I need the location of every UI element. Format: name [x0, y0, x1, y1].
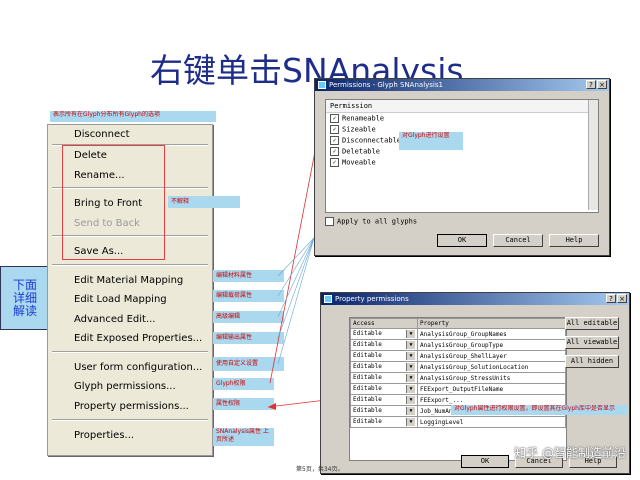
- permissions-header: Permission: [326, 100, 598, 113]
- table-row: Editable ▼ FEExport_...: [350, 394, 566, 406]
- chevron-down-icon[interactable]: ▼: [406, 418, 415, 426]
- chevron-down-icon[interactable]: ▼: [406, 352, 415, 360]
- close-icon[interactable]: ×: [597, 80, 607, 89]
- property-permissions-title: Property permissions: [335, 295, 409, 303]
- all-viewable-button[interactable]: All viewable: [565, 336, 619, 349]
- watermark: 知乎 @智能制造前沿: [514, 446, 626, 460]
- property-cell: AnalysisGroup_ShellLayer: [417, 350, 566, 362]
- apply-all-row[interactable]: Apply to all glyphs: [325, 217, 417, 226]
- table-row: Editable ▼ AnalysisGroup_StressUnits: [350, 372, 566, 384]
- permissions-title: Permissions - Glyph SNAnalysis1: [329, 81, 443, 89]
- table-row: Editable ▼ AnalysisGroup_SolutionLocation: [350, 361, 566, 373]
- permissions-dialog: Permissions - Glyph SNAnalysis1 ? × Perm…: [314, 78, 610, 256]
- perm-label: Renameable: [342, 114, 385, 123]
- chevron-down-icon[interactable]: ▼: [406, 341, 415, 349]
- chevron-down-icon[interactable]: ▼: [406, 363, 415, 371]
- property-cell: AnalysisGroup_StressUnits: [417, 372, 566, 384]
- perm-label: Sizeable: [342, 125, 376, 134]
- scrollbar[interactable]: [588, 100, 598, 210]
- property-cell: LoggingLevel: [417, 416, 566, 428]
- checkbox-checked-icon[interactable]: ✓: [330, 136, 339, 145]
- access-select[interactable]: Editable ▼: [350, 361, 418, 373]
- property-permissions-title-bar: Property permissions ? ×: [321, 293, 629, 305]
- chevron-down-icon[interactable]: ▼: [406, 407, 415, 415]
- checkbox-checked-icon[interactable]: ✓: [330, 125, 339, 134]
- col-access: Access: [350, 318, 418, 329]
- arrow-to-property-perms: [267, 399, 327, 408]
- checkbox-checked-icon[interactable]: ✓: [330, 158, 339, 167]
- access-select[interactable]: Editable ▼: [350, 416, 418, 428]
- perm-label: Moveable: [342, 158, 376, 167]
- table-row: Editable ▼ LoggingLevel: [350, 416, 566, 428]
- page-number: 第5页，共34页。: [296, 466, 344, 473]
- perm-label: Deletable: [342, 147, 380, 156]
- help-title-button[interactable]: ?: [606, 294, 616, 303]
- cancel-button[interactable]: Cancel: [493, 234, 543, 247]
- permissions-list: Permission ✓ Renameable ✓ Sizeable ✓ Discon…: [325, 99, 599, 213]
- chevron-down-icon[interactable]: ▼: [406, 330, 415, 338]
- ok-button[interactable]: OK: [461, 455, 509, 468]
- access-select[interactable]: Editable ▼: [350, 383, 418, 395]
- table-row: Editable ▼ AnalysisGroup_GroupNames: [350, 328, 566, 340]
- access-select[interactable]: Editable ▼: [350, 372, 418, 384]
- col-property: Property: [417, 318, 566, 329]
- arrow-head: [268, 403, 276, 410]
- apply-all-label: Apply to all glyphs: [337, 217, 418, 226]
- property-cell: AnalysisGroup_GroupNames: [417, 328, 566, 340]
- perm-label: Disconnectable: [342, 136, 402, 145]
- access-select[interactable]: Editable ▼: [350, 405, 418, 417]
- note-prop-dialog: 对Glyph属性进行权限设置，即设置其在Glyph库中是否显示: [451, 405, 627, 415]
- app-icon: [324, 295, 332, 303]
- app-icon: [318, 81, 326, 89]
- access-select[interactable]: Editable ▼: [350, 350, 418, 362]
- property-cell: AnalysisGroup_GroupType: [417, 339, 566, 351]
- all-editable-button[interactable]: All editable: [565, 317, 619, 330]
- table-row: Editable ▼ AnalysisGroup_ShellLayer: [350, 350, 566, 362]
- all-hidden-button[interactable]: All hidden: [565, 355, 619, 368]
- access-select[interactable]: Editable ▼: [350, 339, 418, 351]
- property-cell: FEExport_OutputFileName: [417, 383, 566, 395]
- chevron-down-icon[interactable]: ▼: [406, 374, 415, 382]
- property-table: Access Property Editable ▼ AnalysisGroup_Gr…: [349, 317, 567, 461]
- note-perm-dialog: 对Glyph进行设置: [399, 132, 463, 150]
- access-select[interactable]: Editable ▼: [350, 328, 418, 340]
- help-title-button[interactable]: ?: [586, 80, 596, 89]
- checkbox-checked-icon[interactable]: ✓: [330, 147, 339, 156]
- help-button[interactable]: Help: [549, 234, 599, 247]
- connector-line: [277, 237, 315, 339]
- perm-row-renameable[interactable]: ✓ Renameable: [326, 113, 598, 124]
- permissions-title-bar: Permissions - Glyph SNAnalysis1 ? ×: [315, 79, 609, 91]
- close-icon[interactable]: ×: [617, 294, 627, 303]
- property-cell: FEExport_...: [417, 394, 566, 406]
- chevron-down-icon[interactable]: ▼: [406, 385, 415, 393]
- table-row: Editable ▼ AnalysisGroup_GroupType: [350, 339, 566, 351]
- checkbox-icon[interactable]: [325, 217, 334, 226]
- perm-row-moveable[interactable]: ✓ Moveable: [326, 157, 598, 168]
- ok-button[interactable]: OK: [437, 234, 487, 247]
- property-cell: AnalysisGroup_SolutionLocation: [417, 361, 566, 373]
- access-select[interactable]: Editable ▼: [350, 394, 418, 406]
- chevron-down-icon[interactable]: ▼: [406, 396, 415, 404]
- table-row: Editable ▼ FEExport_OutputFileName: [350, 383, 566, 395]
- checkbox-checked-icon[interactable]: ✓: [330, 114, 339, 123]
